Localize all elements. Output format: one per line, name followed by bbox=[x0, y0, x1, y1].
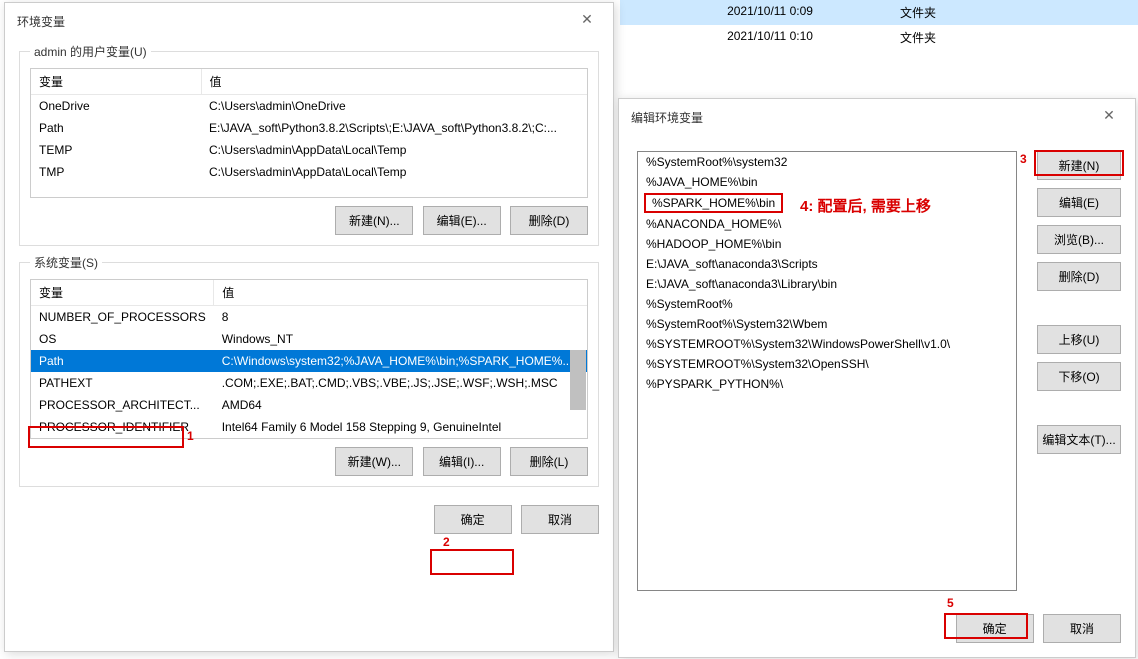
dialog-title: 编辑环境变量 bbox=[631, 109, 703, 126]
table-header: 变量 值 bbox=[31, 280, 587, 306]
edit-button[interactable]: 编辑(E) bbox=[1037, 188, 1121, 217]
list-item[interactable]: %JAVA_HOME%\bin bbox=[638, 172, 1016, 192]
dialog-footer: 确定 取消 bbox=[950, 614, 1121, 643]
bg-row: 2021/10/11 0:09 文件夹 bbox=[620, 0, 1138, 25]
sys-vars-legend: 系统变量(S) bbox=[30, 254, 102, 271]
user-vars-buttons: 新建(N)... 编辑(E)... 删除(D) bbox=[30, 206, 588, 235]
col-value[interactable]: 值 bbox=[201, 69, 587, 95]
env-vars-dialog: 环境变量 ✕ admin 的用户变量(U) 变量 值 OneDriveC:\Us… bbox=[4, 2, 614, 652]
cancel-button[interactable]: 取消 bbox=[521, 505, 599, 534]
delete-button[interactable]: 删除(D) bbox=[1037, 262, 1121, 291]
cancel-button[interactable]: 取消 bbox=[1043, 614, 1121, 643]
list-item[interactable]: %PYSPARK_PYTHON%\ bbox=[638, 374, 1016, 394]
new-button[interactable]: 新建(W)... bbox=[335, 447, 413, 476]
dialog-footer: 确定 取消 bbox=[5, 495, 613, 548]
scrollbar-thumb[interactable] bbox=[570, 350, 586, 410]
table-row[interactable]: PathE:\JAVA_soft\Python3.8.2\Scripts\;E:… bbox=[31, 117, 587, 139]
bg-date: 2021/10/11 0:10 bbox=[640, 29, 900, 46]
list-item[interactable]: E:\JAVA_soft\anaconda3\Library\bin bbox=[638, 274, 1016, 294]
bg-row: 2021/10/11 0:10 文件夹 bbox=[620, 25, 1138, 50]
list-item[interactable]: %SystemRoot%\system32 bbox=[638, 152, 1016, 172]
delete-button[interactable]: 删除(D) bbox=[510, 206, 588, 235]
user-vars-legend: admin 的用户变量(U) bbox=[30, 43, 151, 60]
list-item[interactable]: %SYSTEMROOT%\System32\OpenSSH\ bbox=[638, 354, 1016, 374]
table-row[interactable]: PROCESSOR_ARCHITECT...AMD64 bbox=[31, 394, 587, 416]
col-name[interactable]: 变量 bbox=[31, 280, 214, 306]
list-item[interactable]: E:\JAVA_soft\anaconda3\Scripts bbox=[638, 254, 1016, 274]
list-item[interactable]: %ANACONDA_HOME%\ bbox=[638, 214, 1016, 234]
table-header: 变量 值 bbox=[31, 69, 587, 95]
table-row[interactable]: PROCESSOR_LEVEL6 bbox=[31, 438, 587, 439]
file-explorer-background: 2021/10/11 0:09 文件夹 2021/10/11 0:10 文件夹 bbox=[620, 0, 1138, 50]
titlebar: 环境变量 ✕ bbox=[5, 3, 613, 35]
edit-path-dialog: 编辑环境变量 ✕ %SystemRoot%\system32 %JAVA_HOM… bbox=[618, 98, 1136, 658]
new-button[interactable]: 新建(N)... bbox=[335, 206, 413, 235]
sys-vars-table: 变量 值 NUMBER_OF_PROCESSORS8 OSWindows_NT … bbox=[31, 280, 587, 439]
sys-vars-group: 系统变量(S) 变量 值 NUMBER_OF_PROCESSORS8 OSWin… bbox=[19, 254, 599, 487]
list-item[interactable]: %HADOOP_HOME%\bin bbox=[638, 234, 1016, 254]
edit-text-button[interactable]: 编辑文本(T)... bbox=[1037, 425, 1121, 454]
move-down-button[interactable]: 下移(O) bbox=[1037, 362, 1121, 391]
user-vars-table: 变量 值 OneDriveC:\Users\admin\OneDrive Pat… bbox=[31, 69, 587, 183]
delete-button[interactable]: 删除(L) bbox=[510, 447, 588, 476]
path-listbox-wrap: %SystemRoot%\system32 %JAVA_HOME%\bin %S… bbox=[637, 151, 1017, 591]
user-vars-group: admin 的用户变量(U) 变量 值 OneDriveC:\Users\adm… bbox=[19, 43, 599, 246]
titlebar: 编辑环境变量 ✕ bbox=[619, 99, 1135, 131]
table-row[interactable]: PATHEXT.COM;.EXE;.BAT;.CMD;.VBS;.VBE;.JS… bbox=[31, 372, 587, 394]
list-item[interactable]: %SystemRoot% bbox=[638, 294, 1016, 314]
col-value[interactable]: 值 bbox=[214, 280, 587, 306]
ok-button[interactable]: 确定 bbox=[956, 614, 1034, 643]
list-item-spark[interactable]: %SPARK_HOME%\bin bbox=[644, 193, 783, 213]
edit-button[interactable]: 编辑(E)... bbox=[423, 206, 501, 235]
sys-vars-table-wrap[interactable]: 变量 值 NUMBER_OF_PROCESSORS8 OSWindows_NT … bbox=[30, 279, 588, 439]
bg-date: 2021/10/11 0:09 bbox=[640, 4, 900, 21]
edit-button[interactable]: 编辑(I)... bbox=[423, 447, 501, 476]
close-icon[interactable]: ✕ bbox=[1095, 107, 1123, 127]
bg-type: 文件夹 bbox=[900, 4, 1000, 21]
close-icon[interactable]: ✕ bbox=[573, 11, 601, 31]
table-row[interactable]: OSWindows_NT bbox=[31, 328, 587, 350]
table-row[interactable]: PROCESSOR_IDENTIFIERIntel64 Family 6 Mod… bbox=[31, 416, 587, 438]
sys-vars-buttons: 新建(W)... 编辑(I)... 删除(L) bbox=[30, 447, 588, 476]
ok-button[interactable]: 确定 bbox=[434, 505, 512, 534]
table-row-path[interactable]: PathC:\Windows\system32;%JAVA_HOME%\bin;… bbox=[31, 350, 587, 372]
table-row[interactable]: TMPC:\Users\admin\AppData\Local\Temp bbox=[31, 161, 587, 183]
browse-button[interactable]: 浏览(B)... bbox=[1037, 225, 1121, 254]
table-row[interactable]: OneDriveC:\Users\admin\OneDrive bbox=[31, 95, 587, 118]
move-up-button[interactable]: 上移(U) bbox=[1037, 325, 1121, 354]
bg-type: 文件夹 bbox=[900, 29, 1000, 46]
path-listbox[interactable]: %SystemRoot%\system32 %JAVA_HOME%\bin %S… bbox=[637, 151, 1017, 591]
dialog-title: 环境变量 bbox=[17, 13, 65, 30]
col-name[interactable]: 变量 bbox=[31, 69, 201, 95]
list-item[interactable]: %SYSTEMROOT%\System32\WindowsPowerShell\… bbox=[638, 334, 1016, 354]
table-row[interactable]: TEMPC:\Users\admin\AppData\Local\Temp bbox=[31, 139, 587, 161]
new-button[interactable]: 新建(N) bbox=[1037, 151, 1121, 180]
list-item[interactable]: %SystemRoot%\System32\Wbem bbox=[638, 314, 1016, 334]
user-vars-table-wrap[interactable]: 变量 值 OneDriveC:\Users\admin\OneDrive Pat… bbox=[30, 68, 588, 198]
right-button-col: 新建(N) 编辑(E) 浏览(B)... 删除(D) 上移(U) 下移(O) 编… bbox=[1031, 151, 1121, 454]
table-row[interactable]: NUMBER_OF_PROCESSORS8 bbox=[31, 306, 587, 329]
